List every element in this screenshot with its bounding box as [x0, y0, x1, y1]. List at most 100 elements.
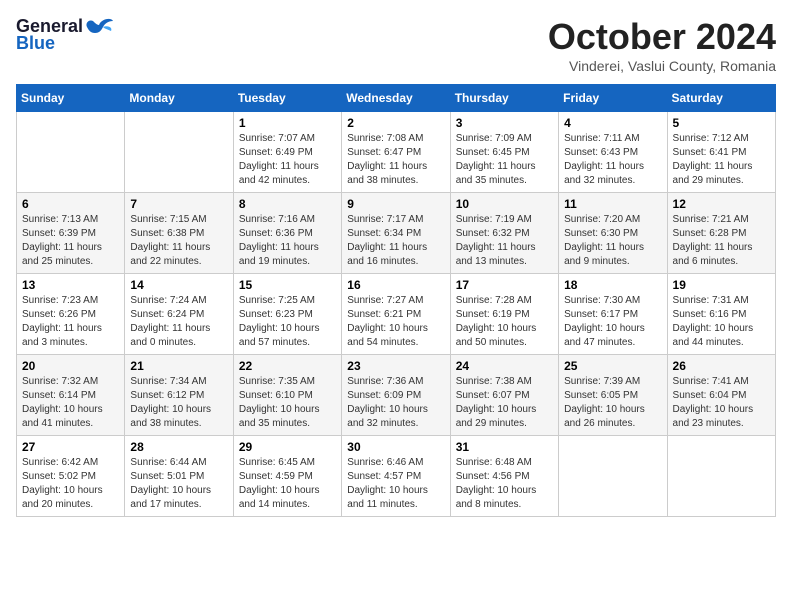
calendar-cell-w5-d7 [667, 436, 775, 517]
day-info: Sunrise: 7:31 AM Sunset: 6:16 PM Dayligh… [673, 294, 770, 350]
logo-bird-icon [85, 17, 113, 37]
day-info: Sunrise: 7:32 AM Sunset: 6:14 PM Dayligh… [22, 375, 119, 431]
day-info: Sunrise: 6:42 AM Sunset: 5:02 PM Dayligh… [22, 456, 119, 512]
header-thursday: Thursday [450, 85, 558, 112]
day-info: Sunrise: 7:25 AM Sunset: 6:23 PM Dayligh… [239, 294, 336, 350]
day-info: Sunrise: 7:30 AM Sunset: 6:17 PM Dayligh… [564, 294, 661, 350]
day-number: 4 [564, 116, 661, 130]
day-number: 7 [130, 197, 227, 211]
calendar-cell-w4-d4: 23Sunrise: 7:36 AM Sunset: 6:09 PM Dayli… [342, 355, 450, 436]
month-title: October 2024 [548, 16, 776, 58]
day-info: Sunrise: 7:41 AM Sunset: 6:04 PM Dayligh… [673, 375, 770, 431]
calendar-cell-w4-d6: 25 Sunrise: 7:39 AM Sunset: 6:05 PM Dayli… [559, 355, 667, 436]
day-info: Sunrise: 7:38 AM Sunset: 6:07 PM Dayligh… [456, 375, 553, 431]
day-number: 25 [564, 359, 661, 373]
calendar-cell-w2-d2: 7 Sunrise: 7:15 AM Sunset: 6:38 PM Daylig… [125, 193, 233, 274]
day-info: Sunrise: 7:36 AM Sunset: 6:09 PM Dayligh… [347, 375, 444, 431]
calendar-cell-w2-d4: 9 Sunrise: 7:17 AM Sunset: 6:34 PM Daylig… [342, 193, 450, 274]
day-info: Sunrise: 6:44 AM Sunset: 5:01 PM Dayligh… [130, 456, 227, 512]
day-number: 13 [22, 278, 119, 292]
day-info: Sunrise: 7:39 AM Sunset: 6:05 PM Dayligh… [564, 375, 661, 431]
day-number: 5 [673, 116, 770, 130]
day-number: 1 [239, 116, 336, 130]
calendar-cell-w2-d6: 11 Sunrise: 7:20 AM Sunset: 6:30 PM Dayli… [559, 193, 667, 274]
day-info: Sunrise: 7:08 AM Sunset: 6:47 PM Dayligh… [347, 132, 444, 188]
day-number: 12 [673, 197, 770, 211]
calendar-cell-w4-d3: 22 Sunrise: 7:35 AM Sunset: 6:10 PM Dayli… [233, 355, 341, 436]
calendar-cell-w2-d7: 12 Sunrise: 7:21 AM Sunset: 6:28 PM Dayli… [667, 193, 775, 274]
day-info: Sunrise: 6:45 AM Sunset: 4:59 PM Dayligh… [239, 456, 336, 512]
day-number: 9 [347, 197, 444, 211]
header-friday: Friday [559, 85, 667, 112]
day-number: 14 [130, 278, 227, 292]
day-number: 21 [130, 359, 227, 373]
calendar-week-2: 6Sunrise: 7:13 AM Sunset: 6:39 PM Daylig… [17, 193, 776, 274]
day-info: Sunrise: 7:11 AM Sunset: 6:43 PM Dayligh… [564, 132, 661, 188]
day-number: 17 [456, 278, 553, 292]
calendar-header-row: Sunday Monday Tuesday Wednesday Thursday… [17, 85, 776, 112]
calendar-cell-w1-d6: 4 Sunrise: 7:11 AM Sunset: 6:43 PM Daylig… [559, 112, 667, 193]
location-subtitle: Vinderei, Vaslui County, Romania [548, 58, 776, 74]
header-saturday: Saturday [667, 85, 775, 112]
calendar-cell-w2-d5: 10Sunrise: 7:19 AM Sunset: 6:32 PM Dayli… [450, 193, 558, 274]
day-number: 26 [673, 359, 770, 373]
header-monday: Monday [125, 85, 233, 112]
page-header: General Blue October 2024 Vinderei, Vasl… [16, 16, 776, 74]
calendar-cell-w3-d2: 14 Sunrise: 7:24 AM Sunset: 6:24 PM Dayli… [125, 274, 233, 355]
calendar-cell-w3-d7: 19Sunrise: 7:31 AM Sunset: 6:16 PM Dayli… [667, 274, 775, 355]
calendar-week-4: 20 Sunrise: 7:32 AM Sunset: 6:14 PM Dayli… [17, 355, 776, 436]
day-info: Sunrise: 7:09 AM Sunset: 6:45 PM Dayligh… [456, 132, 553, 188]
day-number: 11 [564, 197, 661, 211]
day-number: 15 [239, 278, 336, 292]
day-info: Sunrise: 7:16 AM Sunset: 6:36 PM Dayligh… [239, 213, 336, 269]
calendar-week-1: 1 Sunrise: 7:07 AM Sunset: 6:49 PM Daylig… [17, 112, 776, 193]
day-number: 16 [347, 278, 444, 292]
day-info: Sunrise: 7:23 AM Sunset: 6:26 PM Dayligh… [22, 294, 119, 350]
day-info: Sunrise: 7:34 AM Sunset: 6:12 PM Dayligh… [130, 375, 227, 431]
title-block: October 2024 Vinderei, Vaslui County, Ro… [548, 16, 776, 74]
day-info: Sunrise: 7:12 AM Sunset: 6:41 PM Dayligh… [673, 132, 770, 188]
day-info: Sunrise: 7:17 AM Sunset: 6:34 PM Dayligh… [347, 213, 444, 269]
day-info: Sunrise: 6:46 AM Sunset: 4:57 PM Dayligh… [347, 456, 444, 512]
day-info: Sunrise: 7:20 AM Sunset: 6:30 PM Dayligh… [564, 213, 661, 269]
calendar-cell-w3-d4: 16 Sunrise: 7:27 AM Sunset: 6:21 PM Dayli… [342, 274, 450, 355]
calendar-week-3: 13 Sunrise: 7:23 AM Sunset: 6:26 PM Dayli… [17, 274, 776, 355]
day-info: Sunrise: 7:13 AM Sunset: 6:39 PM Dayligh… [22, 213, 119, 269]
day-info: Sunrise: 7:21 AM Sunset: 6:28 PM Dayligh… [673, 213, 770, 269]
day-number: 3 [456, 116, 553, 130]
day-number: 24 [456, 359, 553, 373]
day-number: 31 [456, 440, 553, 454]
day-info: Sunrise: 7:35 AM Sunset: 6:10 PM Dayligh… [239, 375, 336, 431]
day-number: 18 [564, 278, 661, 292]
calendar-cell-w5-d1: 27 Sunrise: 6:42 AM Sunset: 5:02 PM Dayli… [17, 436, 125, 517]
day-info: Sunrise: 7:19 AM Sunset: 6:32 PM Dayligh… [456, 213, 553, 269]
calendar-cell-w1-d2 [125, 112, 233, 193]
day-number: 27 [22, 440, 119, 454]
day-number: 20 [22, 359, 119, 373]
calendar-cell-w5-d2: 28 Sunrise: 6:44 AM Sunset: 5:01 PM Dayli… [125, 436, 233, 517]
day-number: 29 [239, 440, 336, 454]
day-info: Sunrise: 6:48 AM Sunset: 4:56 PM Dayligh… [456, 456, 553, 512]
day-number: 22 [239, 359, 336, 373]
calendar-cell-w4-d1: 20 Sunrise: 7:32 AM Sunset: 6:14 PM Dayli… [17, 355, 125, 436]
day-info: Sunrise: 7:27 AM Sunset: 6:21 PM Dayligh… [347, 294, 444, 350]
day-info: Sunrise: 7:15 AM Sunset: 6:38 PM Dayligh… [130, 213, 227, 269]
day-number: 28 [130, 440, 227, 454]
calendar-cell-w5-d6 [559, 436, 667, 517]
day-number: 30 [347, 440, 444, 454]
day-info: Sunrise: 7:24 AM Sunset: 6:24 PM Dayligh… [130, 294, 227, 350]
day-info: Sunrise: 7:07 AM Sunset: 6:49 PM Dayligh… [239, 132, 336, 188]
calendar-cell-w1-d3: 1 Sunrise: 7:07 AM Sunset: 6:49 PM Daylig… [233, 112, 341, 193]
calendar-cell-w3-d1: 13 Sunrise: 7:23 AM Sunset: 6:26 PM Dayli… [17, 274, 125, 355]
calendar-cell-w4-d7: 26 Sunrise: 7:41 AM Sunset: 6:04 PM Dayli… [667, 355, 775, 436]
day-number: 2 [347, 116, 444, 130]
calendar-cell-w1-d7: 5 Sunrise: 7:12 AM Sunset: 6:41 PM Daylig… [667, 112, 775, 193]
day-number: 8 [239, 197, 336, 211]
calendar-table: Sunday Monday Tuesday Wednesday Thursday… [16, 84, 776, 517]
calendar-cell-w1-d4: 2 Sunrise: 7:08 AM Sunset: 6:47 PM Daylig… [342, 112, 450, 193]
calendar-cell-w5-d5: 31 Sunrise: 6:48 AM Sunset: 4:56 PM Dayli… [450, 436, 558, 517]
calendar-cell-w1-d5: 3 Sunrise: 7:09 AM Sunset: 6:45 PM Daylig… [450, 112, 558, 193]
calendar-cell-w5-d4: 30 Sunrise: 6:46 AM Sunset: 4:57 PM Dayli… [342, 436, 450, 517]
calendar-week-5: 27 Sunrise: 6:42 AM Sunset: 5:02 PM Dayli… [17, 436, 776, 517]
calendar-cell-w3-d6: 18 Sunrise: 7:30 AM Sunset: 6:17 PM Dayli… [559, 274, 667, 355]
